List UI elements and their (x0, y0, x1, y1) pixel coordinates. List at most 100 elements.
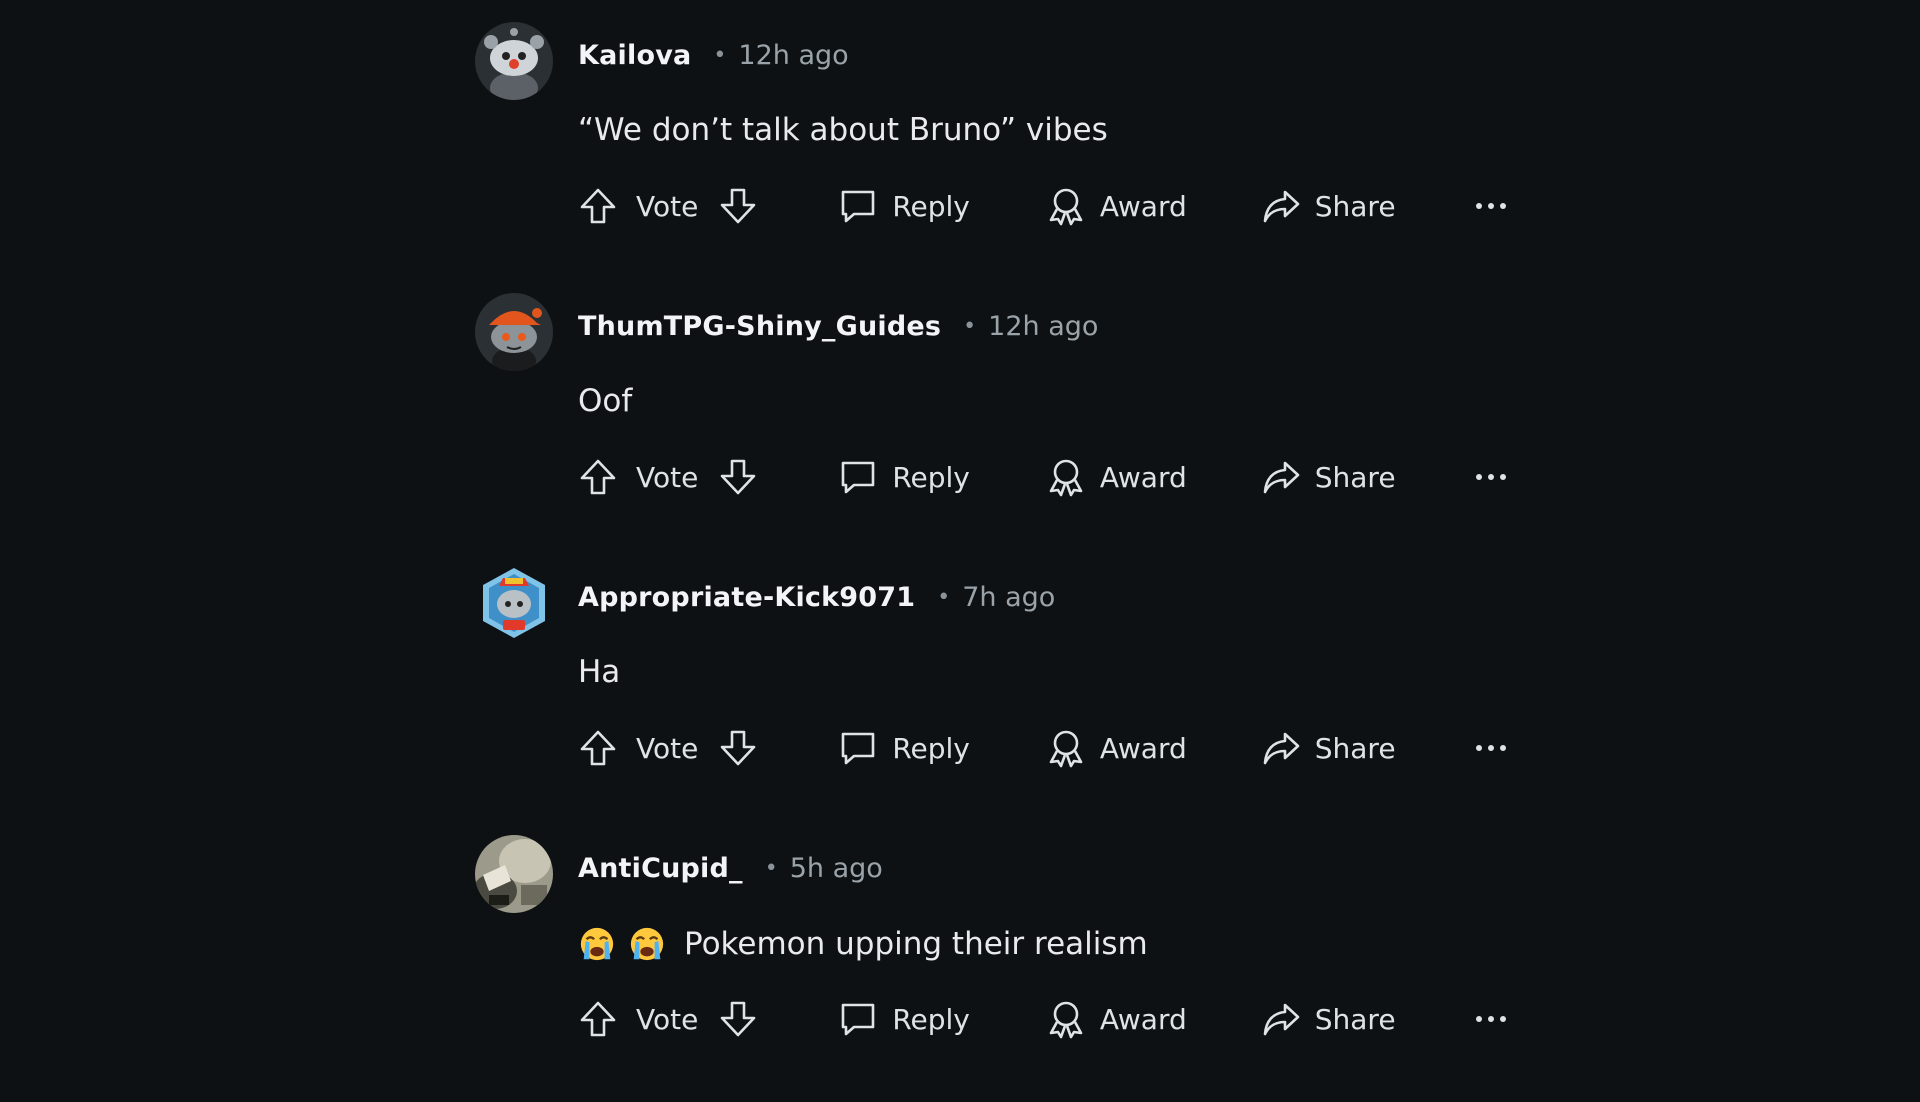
downvote-arrow-icon (718, 999, 758, 1039)
comment-actions: Vote Reply Award Share (578, 724, 1508, 772)
reply-label: Reply (892, 460, 970, 494)
comment-meta: AntiCupid_ • 5h ago (578, 853, 883, 884)
share-arrow-icon (1261, 186, 1301, 226)
award-label: Award (1099, 731, 1187, 765)
loudly-crying-face-icon (578, 925, 616, 963)
award-icon (1046, 186, 1086, 226)
timestamp[interactable]: 7h ago (962, 582, 1055, 613)
separator-dot: • (764, 856, 778, 881)
separator-dot: • (713, 43, 727, 68)
emoji-group (578, 925, 678, 963)
more-options-button[interactable] (1474, 743, 1508, 753)
username[interactable]: Kailova (578, 40, 691, 71)
upvote-button[interactable] (578, 186, 618, 226)
gray-snoo-avatar-icon (475, 22, 553, 100)
user-avatar[interactable] (475, 835, 553, 913)
share-button[interactable]: Share (1261, 999, 1396, 1039)
downvote-button[interactable] (718, 186, 758, 226)
reply-button[interactable]: Reply (838, 186, 970, 226)
separator-dot: • (963, 314, 977, 339)
comment: AntiCupid_ • 5h ago Pokemon upping their… (470, 831, 1570, 1102)
timestamp[interactable]: 12h ago (988, 311, 1098, 342)
comment-meta: Kailova • 12h ago (578, 40, 849, 71)
reply-label: Reply (892, 1002, 970, 1036)
downvote-arrow-icon (718, 728, 758, 768)
ellipsis-icon (1475, 1016, 1506, 1022)
comment-text: Pokemon upping their realism (684, 926, 1148, 962)
comment-meta: Appropriate-Kick9071 • 7h ago (578, 582, 1055, 613)
share-button[interactable]: Share (1261, 186, 1396, 226)
ellipsis-icon (1475, 745, 1506, 751)
comment: ThumTPG-Shiny_Guides • 12h ago Oof Vote … (470, 289, 1570, 560)
upvote-arrow-icon (578, 186, 618, 226)
reply-button[interactable]: Reply (838, 728, 970, 768)
comment-body: Oof (578, 383, 633, 419)
award-icon (1046, 999, 1086, 1039)
comment-body: Pokemon upping their realism (578, 925, 1148, 963)
ellipsis-icon (1475, 474, 1506, 480)
username[interactable]: AntiCupid_ (578, 853, 743, 884)
timestamp[interactable]: 12h ago (738, 40, 848, 71)
user-avatar[interactable] (475, 564, 553, 642)
more-options-button[interactable] (1474, 201, 1508, 211)
downvote-button[interactable] (718, 999, 758, 1039)
downvote-arrow-icon (718, 186, 758, 226)
award-label: Award (1099, 189, 1187, 223)
comment-actions: Vote Reply Award Share (578, 995, 1508, 1043)
upvote-button[interactable] (578, 457, 618, 497)
award-button[interactable]: Award (1046, 186, 1187, 226)
award-label: Award (1099, 1002, 1187, 1036)
downvote-button[interactable] (718, 728, 758, 768)
share-button[interactable]: Share (1261, 728, 1396, 768)
username[interactable]: Appropriate-Kick9071 (578, 582, 915, 613)
comment-bubble-icon (838, 999, 878, 1039)
reply-button[interactable]: Reply (838, 457, 970, 497)
more-options-button[interactable] (1474, 1014, 1508, 1024)
separator-dot: • (937, 585, 951, 610)
comment-bubble-icon (838, 186, 878, 226)
photo-avatar-icon (475, 835, 553, 913)
upvote-button[interactable] (578, 728, 618, 768)
vote-group: Vote (578, 999, 758, 1039)
vote-group: Vote (578, 457, 758, 497)
user-avatar[interactable] (475, 293, 553, 371)
ellipsis-icon (1475, 203, 1506, 209)
comment-thread: Kailova • 12h ago “We don’t talk about B… (470, 18, 1570, 1102)
vote-group: Vote (578, 728, 758, 768)
reply-button[interactable]: Reply (838, 999, 970, 1039)
reply-label: Reply (892, 189, 970, 223)
upvote-arrow-icon (578, 457, 618, 497)
timestamp[interactable]: 5h ago (790, 853, 883, 884)
award-icon (1046, 457, 1086, 497)
comment-body: “We don’t talk about Bruno” vibes (578, 112, 1108, 148)
vote-group: Vote (578, 186, 758, 226)
username[interactable]: ThumTPG-Shiny_Guides (578, 311, 941, 342)
vote-label: Vote (636, 1002, 699, 1036)
award-icon (1046, 728, 1086, 768)
comment: Kailova • 12h ago “We don’t talk about B… (470, 18, 1570, 289)
comment-bubble-icon (838, 728, 878, 768)
upvote-arrow-icon (578, 728, 618, 768)
share-label: Share (1314, 1002, 1396, 1036)
downvote-button[interactable] (718, 457, 758, 497)
upvote-button[interactable] (578, 999, 618, 1039)
share-label: Share (1314, 460, 1396, 494)
snoo-orange-cap-avatar-icon (475, 293, 553, 371)
comment-body: Ha (578, 654, 621, 690)
user-avatar[interactable] (475, 22, 553, 100)
upvote-arrow-icon (578, 999, 618, 1039)
comment-bubble-icon (838, 457, 878, 497)
vote-label: Vote (636, 460, 699, 494)
share-arrow-icon (1261, 457, 1301, 497)
award-button[interactable]: Award (1046, 999, 1187, 1039)
vote-label: Vote (636, 189, 699, 223)
vote-label: Vote (636, 731, 699, 765)
loudly-crying-face-icon (628, 925, 666, 963)
share-button[interactable]: Share (1261, 457, 1396, 497)
award-button[interactable]: Award (1046, 457, 1187, 497)
more-options-button[interactable] (1474, 472, 1508, 482)
share-label: Share (1314, 731, 1396, 765)
share-arrow-icon (1261, 999, 1301, 1039)
comment-actions: Vote Reply Award Share (578, 182, 1508, 230)
award-button[interactable]: Award (1046, 728, 1187, 768)
